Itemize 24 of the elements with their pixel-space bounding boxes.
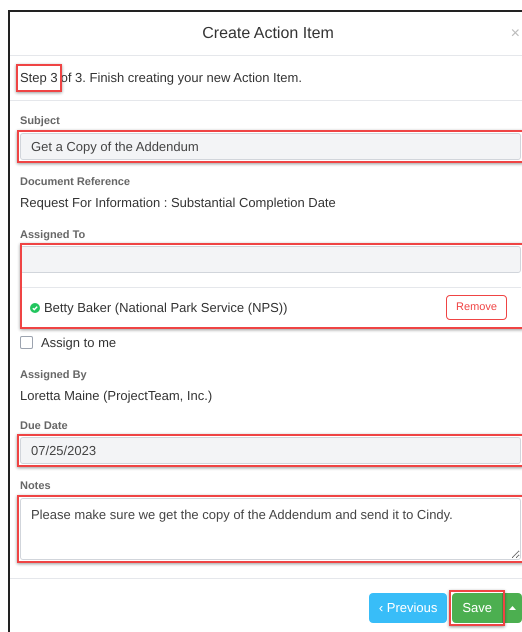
notes-field[interactable]: Please make sure we get the copy of the Addendum and send it to Cindy. — [20, 498, 521, 560]
dialog-title: Create Action Item — [202, 24, 334, 44]
field-label: Subject — [20, 114, 61, 129]
assignee-name: Betty Baker (National Park Service (NPS)) — [44, 298, 288, 317]
field-label: Due Date — [20, 418, 69, 434]
dropdown-button[interactable] — [502, 592, 522, 622]
assignee-field[interactable] — [20, 246, 521, 273]
check-circle-icon — [30, 302, 40, 312]
text-field[interactable]: 07/25/2023 — [20, 437, 521, 464]
field-value: Request For Information : Substantial Completion Date — [20, 194, 337, 212]
save-button[interactable]: Save — [452, 592, 502, 622]
field-label: Assigned By — [20, 368, 88, 382]
field-label: Notes — [20, 479, 52, 494]
remove-button[interactable]: Remove — [446, 295, 507, 320]
checkbox-label: Assign to me — [41, 334, 116, 352]
checkbox[interactable] — [20, 336, 33, 350]
text-field[interactable]: Get a Copy of the Addendum — [20, 132, 521, 160]
field-label: Assigned To — [20, 228, 86, 242]
caret-up-icon — [509, 606, 516, 610]
field-label: Document Reference — [20, 174, 132, 190]
step-label: Step 3 — [20, 70, 58, 86]
close-button[interactable]: × — [510, 22, 520, 46]
previous-button[interactable]: ‹ Previous — [368, 592, 448, 622]
field-value: Loretta Maine (ProjectTeam, Inc.) — [20, 387, 214, 405]
